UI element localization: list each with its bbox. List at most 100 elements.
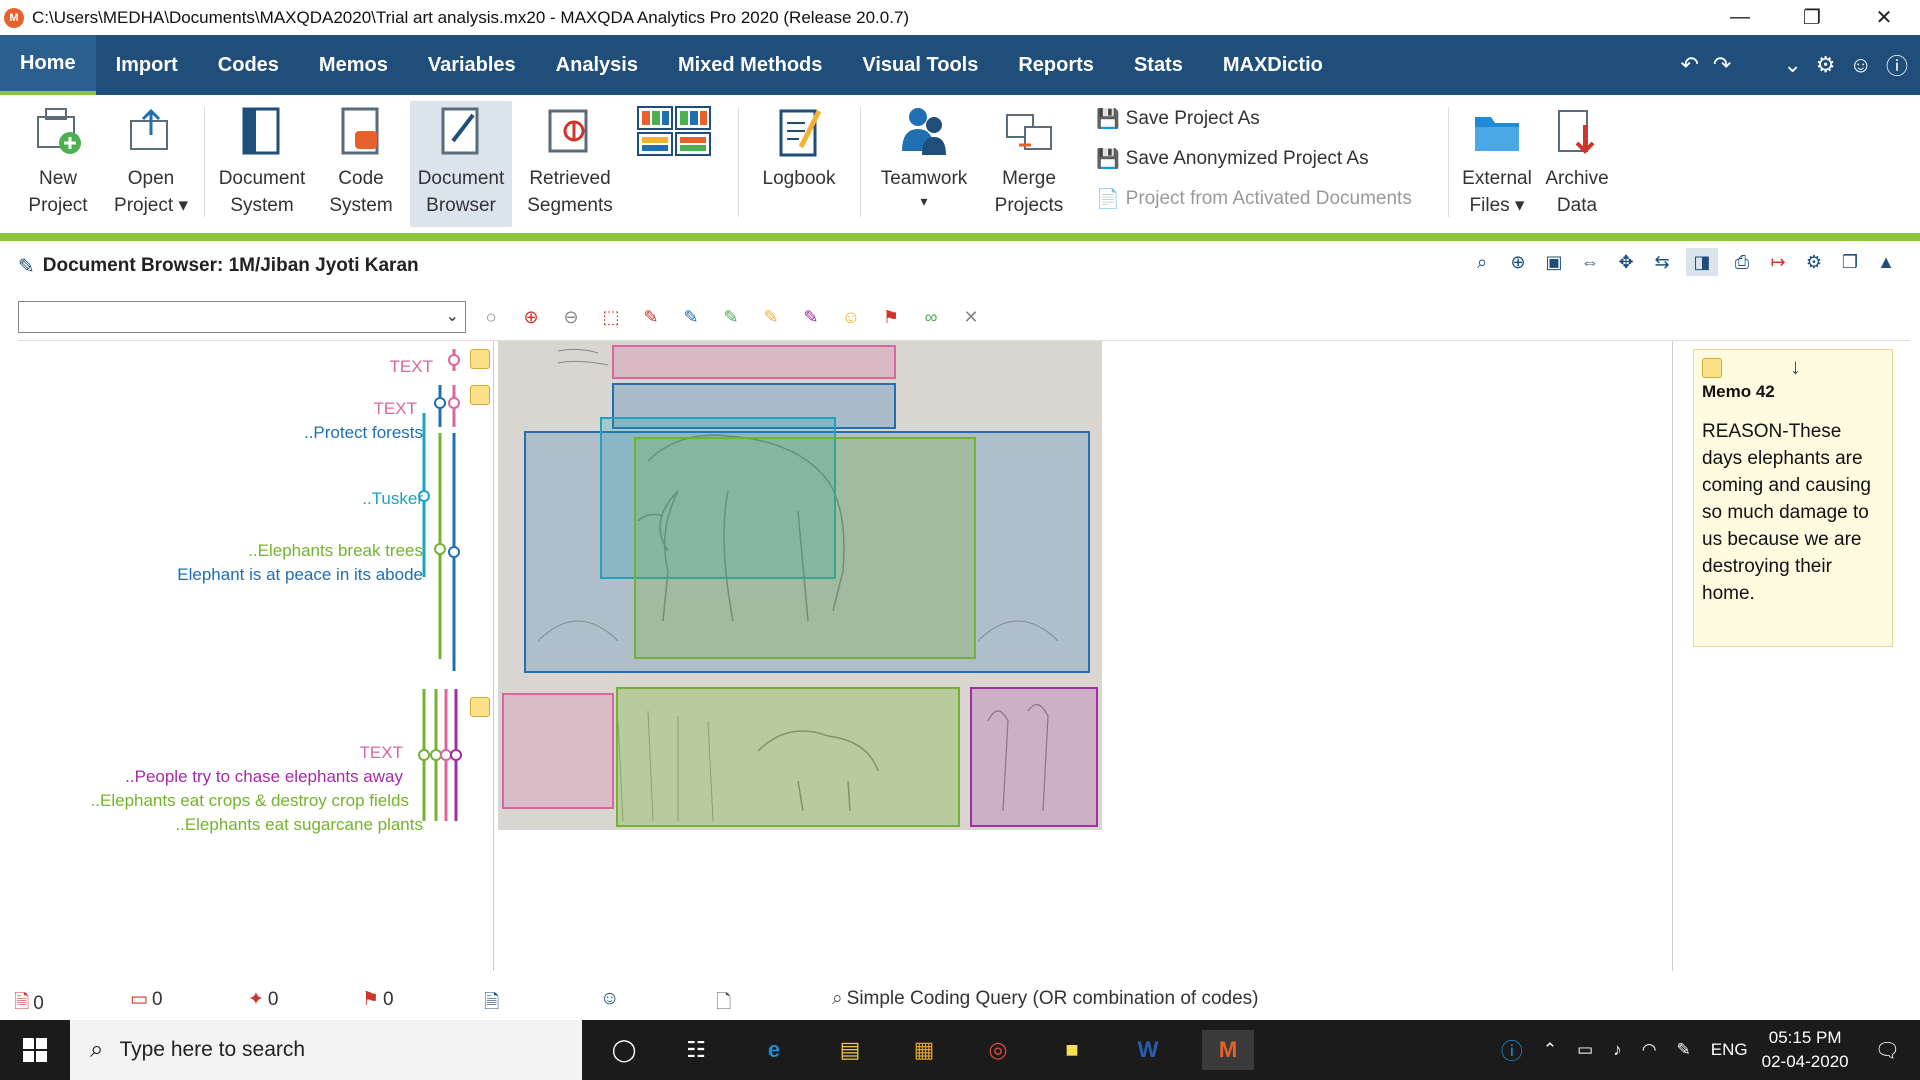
restore-icon[interactable]: ❐ (1776, 0, 1848, 35)
coded-segment-pink-small[interactable] (502, 693, 614, 809)
document-system-button[interactable]: Document System (214, 101, 310, 219)
coded-segment-purple[interactable] (970, 687, 1098, 827)
page-icon[interactable]: 🗋 (716, 988, 731, 1020)
task-view-icon[interactable]: ☷ (676, 1030, 716, 1070)
code-label-eat-crops[interactable]: ..Elephants eat crops & destroy crop fie… (91, 791, 409, 811)
emoticon-icon[interactable]: ☺ (838, 304, 864, 330)
tab-variables[interactable]: Variables (408, 35, 536, 95)
archive-data-button[interactable]: Archive Data (1542, 101, 1612, 219)
remove-code-icon[interactable]: ⊖ (558, 304, 584, 330)
zoom-in-icon[interactable]: ⊕ (1506, 248, 1530, 276)
close-icon[interactable]: ✕ (1848, 0, 1920, 35)
undo-icon[interactable]: ↶ (1680, 52, 1698, 78)
status-codes[interactable]: ▭ 0 (130, 988, 163, 1011)
tab-mixed-methods[interactable]: Mixed Methods (658, 35, 842, 95)
fit-page-icon[interactable]: ✥ (1614, 248, 1638, 276)
store-icon[interactable]: ▦ (904, 1030, 944, 1070)
code-label-elephant-peace[interactable]: Elephant is at peace in its abode (177, 565, 423, 585)
language-indicator[interactable]: ENG (1711, 1040, 1748, 1060)
clock[interactable]: 05:15 PM 02-04-2020 (1762, 1026, 1849, 1074)
memo-icon[interactable] (470, 385, 490, 405)
highlighter-green-icon[interactable]: ✎ (718, 304, 744, 330)
maxqda-taskbar-icon[interactable]: M (1202, 1030, 1254, 1070)
zoom-100-icon[interactable]: ▣ (1542, 248, 1566, 276)
battery-icon[interactable]: ▭ (1577, 1040, 1593, 1060)
coded-segment-green-lower[interactable] (616, 687, 960, 827)
coded-segment-pink[interactable] (612, 345, 896, 379)
status-documents[interactable]: 🗎 0 (14, 988, 44, 1020)
new-project-button[interactable]: New Project (20, 101, 96, 219)
status-coded-segments[interactable]: ✦ 0 (248, 988, 279, 1011)
tab-import[interactable]: Import (96, 35, 198, 95)
edge-browser-icon[interactable]: e (754, 1030, 794, 1070)
memo-icon[interactable] (470, 697, 490, 717)
help-icon[interactable]: ⓘ (1501, 1034, 1523, 1066)
chevron-up-icon[interactable]: ⌃ (1543, 1040, 1557, 1060)
dropdown-arrow-icon[interactable]: ▾ (920, 192, 927, 210)
panel-toggle-icon[interactable]: ◨ (1686, 248, 1718, 276)
project-from-activated-button[interactable]: 📄 Project from Activated Documents (1096, 185, 1412, 213)
chevron-down-icon[interactable]: ⌄ (446, 306, 459, 326)
highlighter-yellow-icon[interactable]: ✎ (758, 304, 784, 330)
select-region-icon[interactable]: ⬚ (598, 304, 624, 330)
export-icon[interactable]: ↦ (1766, 248, 1790, 276)
code-label-text[interactable]: TEXT (360, 743, 403, 763)
pen-icon[interactable]: ✎ (1677, 1040, 1691, 1060)
add-code-icon[interactable]: ⊕ (518, 304, 544, 330)
layout-grid-button[interactable] (636, 101, 716, 165)
code-label-protect-forests[interactable]: ..Protect forests (304, 423, 423, 443)
windows-start-button[interactable] (0, 1020, 70, 1080)
code-select-dropdown[interactable]: ⌄ (18, 301, 466, 333)
cortana-icon[interactable]: ◯ (604, 1030, 644, 1070)
dropdown-arrow-icon[interactable]: ▾ (178, 195, 188, 216)
tab-maxdictio[interactable]: MAXDictio (1203, 35, 1343, 95)
teamwork-button[interactable]: Teamwork ▾ (876, 101, 972, 210)
chrome-icon[interactable]: ◎ (978, 1030, 1018, 1070)
logbook-button[interactable]: Logbook (756, 101, 842, 192)
tab-visual-tools[interactable]: Visual Tools (842, 35, 998, 95)
sticky-notes-icon[interactable]: ■ (1052, 1030, 1092, 1070)
notifications-icon[interactable]: 🗨 (1875, 1038, 1900, 1063)
smiley-icon[interactable]: ☺ (1850, 52, 1872, 78)
code-label-text[interactable]: TEXT (374, 399, 417, 419)
tab-memos[interactable]: Memos (299, 35, 408, 95)
dropdown-arrow-icon[interactable]: ▾ (1515, 195, 1525, 216)
word-icon[interactable]: W (1128, 1030, 1168, 1070)
arrow-down-icon[interactable]: ↓ (1790, 354, 1801, 380)
chevron-down-icon[interactable]: ⌄ (1783, 52, 1801, 78)
merge-projects-button[interactable]: Merge Projects (984, 101, 1074, 219)
fit-width-icon[interactable]: ⇔ (1578, 248, 1602, 276)
tab-codes[interactable]: Codes (198, 35, 299, 95)
coding-query-status[interactable]: ⌕ Simple Coding Query (OR combination of… (832, 988, 1259, 1010)
undock-icon[interactable]: ❐ (1838, 248, 1862, 276)
code-pin-icon[interactable]: ○ (478, 304, 504, 330)
code-marker-icon[interactable]: ⚑ (878, 304, 904, 330)
highlighter-purple-icon[interactable]: ✎ (798, 304, 824, 330)
search-icon[interactable]: ⌕ (1470, 248, 1494, 276)
gear-icon[interactable]: ⚙ (1816, 52, 1836, 78)
help-icon[interactable]: ⓘ (1886, 49, 1908, 81)
save-project-as-button[interactable]: 💾 Save Project As (1096, 105, 1412, 133)
document-browser-button[interactable]: Document Browser (410, 101, 512, 227)
tab-home[interactable]: Home (0, 35, 96, 95)
code-label-chase-elephants[interactable]: ..People try to chase elephants away (125, 767, 403, 787)
code-label-tusker[interactable]: ..Tusker (362, 489, 423, 509)
external-files-button[interactable]: External Files ▾ (1456, 101, 1538, 219)
print-icon[interactable]: ⎙ (1730, 248, 1754, 276)
status-activated[interactable]: ⚑ 0 (362, 988, 394, 1011)
user-doc-icon[interactable]: 🗎 (484, 988, 499, 1020)
code-label-text[interactable]: TEXT (390, 357, 433, 377)
highlighter-blue-icon[interactable]: ✎ (678, 304, 704, 330)
tab-stats[interactable]: Stats (1114, 35, 1203, 95)
code-system-button[interactable]: Code System (322, 101, 400, 219)
user-weight-icon[interactable]: ☺ (600, 988, 619, 1010)
collapse-icon[interactable]: ▲ (1874, 248, 1898, 276)
file-explorer-icon[interactable]: ▤ (830, 1030, 870, 1070)
minimize-icon[interactable]: — (1704, 0, 1776, 35)
coded-segment-green[interactable] (634, 437, 976, 659)
remove-link-icon[interactable]: ✕ (958, 304, 984, 330)
save-anonymized-button[interactable]: 💾 Save Anonymized Project As (1096, 145, 1412, 173)
code-label-eat-sugarcane[interactable]: ..Elephants eat sugarcane plants (175, 815, 423, 835)
sync-icon[interactable]: ⇆ (1650, 248, 1674, 276)
add-link-icon[interactable]: ∞ (918, 304, 944, 330)
